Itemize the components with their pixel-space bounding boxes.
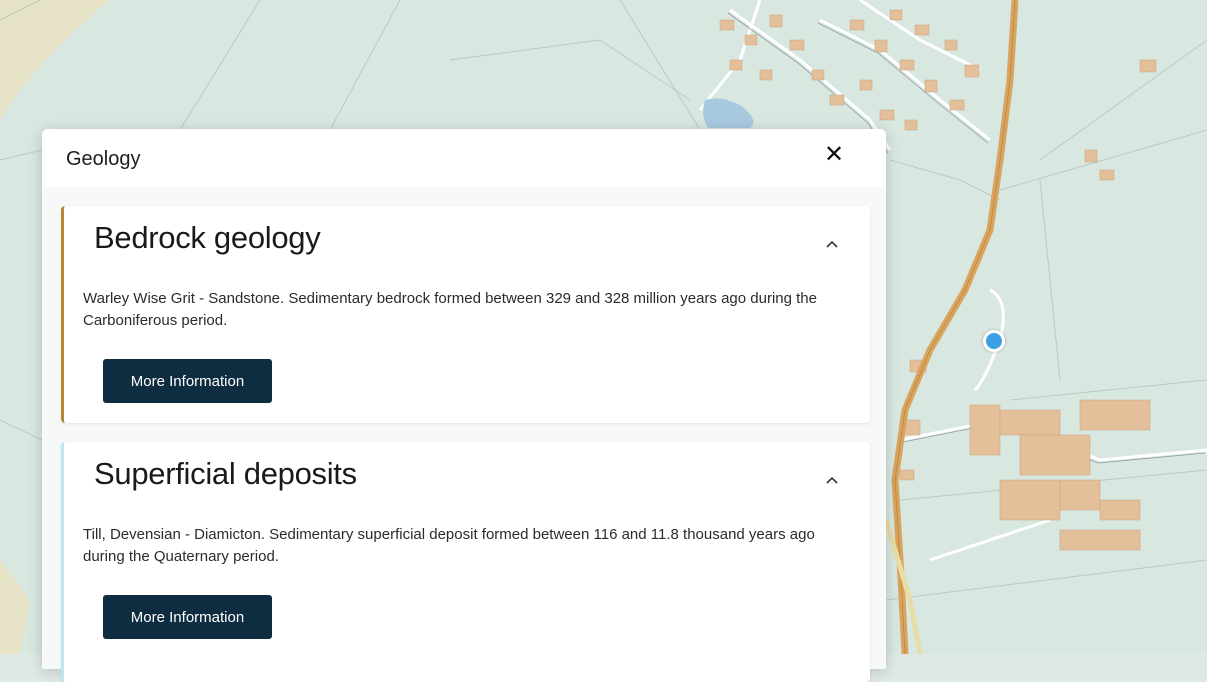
main-road-centre <box>894 0 1016 654</box>
bedrock-geology-card: Bedrock geology Warley Wise Grit - Sands… <box>61 206 870 423</box>
chevron-up-icon[interactable] <box>824 472 840 488</box>
more-information-button[interactable]: More Information <box>103 359 272 403</box>
current-location-marker[interactable] <box>983 330 1005 352</box>
sand-area <box>0 560 30 654</box>
panel-header: Geology ✕ <box>42 129 886 187</box>
card-description: Till, Devensian - Diamicton. Sedimentary… <box>83 526 815 565</box>
main-road <box>891 0 1019 654</box>
more-information-button[interactable]: More Information <box>103 595 272 639</box>
close-icon[interactable]: ✕ <box>822 143 846 167</box>
sand-area <box>0 0 110 120</box>
pond <box>703 98 754 128</box>
card-title: Superficial deposits <box>94 456 357 491</box>
panel-title: Geology <box>66 148 141 170</box>
chevron-up-icon[interactable] <box>824 236 840 252</box>
card-description: Warley Wise Grit - Sandstone. Sedimentar… <box>83 290 817 329</box>
card-title: Bedrock geology <box>94 220 321 255</box>
superficial-deposits-card: Superficial deposits Till, Devensian - D… <box>61 442 870 682</box>
geology-panel: Geology ✕ Bedrock geology Warley Wise Gr… <box>42 129 886 682</box>
